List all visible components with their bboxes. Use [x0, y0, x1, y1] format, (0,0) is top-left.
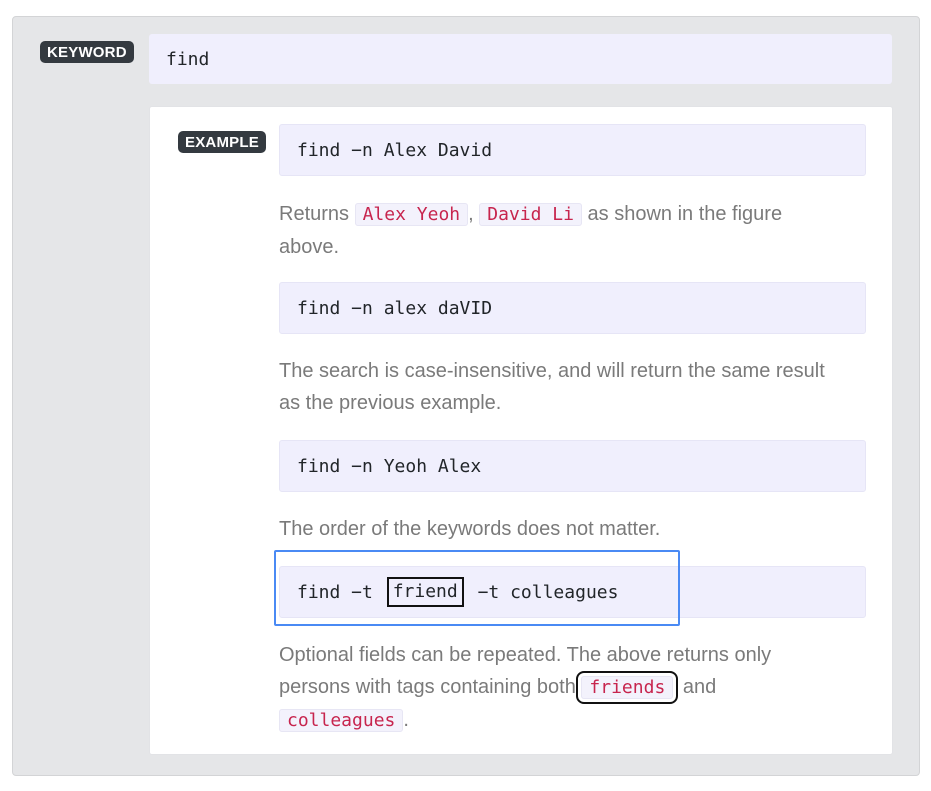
example-command-4: find −t friend −t colleagues [279, 566, 866, 618]
inline-code-friends: friends [576, 671, 679, 704]
example-panel: EXAMPLE find −n Alex David Returns Alex … [149, 106, 893, 755]
inline-code-alex-yeoh: Alex Yeoh [354, 203, 469, 226]
keyword-value: find [149, 34, 892, 84]
keyword-badge: KEYWORD [40, 41, 134, 63]
example-description-4: Optional fields can be repeated. The abo… [279, 639, 839, 737]
boxed-keyword-friend: friend [386, 577, 464, 607]
example-command-3: find −n Yeoh Alex [279, 440, 866, 492]
example-badge: EXAMPLE [178, 131, 266, 153]
description-text: . [403, 709, 409, 731]
description-text: and [677, 676, 717, 698]
keyword-panel: KEYWORD find EXAMPLE find −n Alex David … [12, 16, 920, 776]
example-command-2: find −n alex daVID [279, 282, 866, 334]
description-text: Returns [279, 203, 355, 225]
description-separator: , [468, 203, 480, 225]
example-description-1: Returns Alex Yeoh, David Li as shown in … [279, 198, 839, 263]
command-text: find −t [297, 581, 384, 603]
example-description-3: The order of the keywords does not matte… [279, 518, 661, 540]
example-description-2: The search is case-insensitive, and will… [279, 360, 825, 414]
command-text: −t colleagues [466, 581, 619, 603]
inline-code-colleagues: colleagues [279, 709, 404, 732]
example-command-1: find −n Alex David [279, 124, 866, 176]
inline-code-david-li: David Li [479, 203, 582, 226]
